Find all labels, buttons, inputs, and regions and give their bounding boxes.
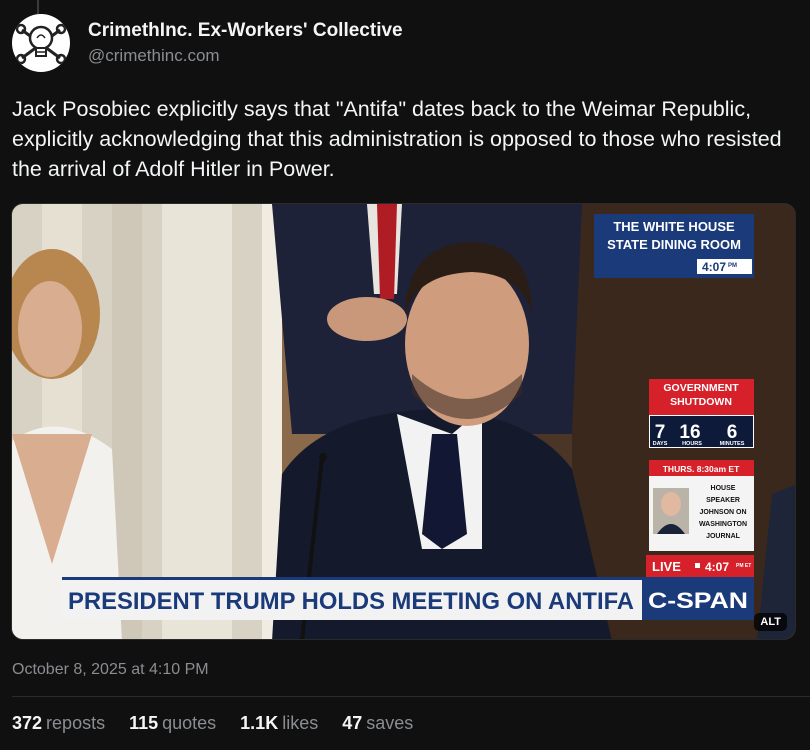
saves-label: saves	[366, 713, 414, 733]
thread-connector-line	[37, 0, 39, 14]
saves-stat[interactable]: 47 saves	[342, 713, 413, 734]
engagement-stats: 372 reposts 115 quotes 1.1K likes 47 saves	[12, 713, 437, 734]
video-still[interactable]: THE WHITE HOUSE STATE DINING ROOM 4:07 P…	[11, 203, 796, 640]
live-tz: PM ET	[736, 563, 751, 569]
reposts-stat[interactable]: 372 reposts	[12, 713, 105, 734]
upcoming-line-3: JOHNSON ON	[699, 509, 746, 516]
quotes-label: quotes	[162, 713, 217, 733]
shutdown-hours: 16	[679, 422, 700, 443]
shutdown-minutes: 6	[727, 422, 738, 443]
shutdown-line-1: GOVERNMENT	[663, 382, 739, 394]
label-minutes: MINUTES	[720, 441, 745, 447]
avatar[interactable]	[12, 14, 70, 72]
author-display-name[interactable]: CrimethInc. Ex-Workers' Collective	[88, 19, 403, 43]
headline-chyron: PRESIDENT TRUMP HOLDS MEETING ON ANTIFA	[68, 588, 634, 615]
post-header: CrimethInc. Ex-Workers' Collective @crim…	[12, 14, 403, 72]
lightbulb-wrench-logo-icon	[15, 23, 67, 65]
saves-count: 47	[342, 713, 363, 733]
quotes-count: 115	[129, 713, 159, 733]
reposts-label: reposts	[46, 713, 106, 733]
upcoming-line-1: HOUSE	[711, 485, 736, 492]
alt-text-button[interactable]: ALT	[754, 613, 787, 631]
live-label: LIVE	[652, 559, 681, 574]
post-text: Jack Posobiec explicitly says that "Anti…	[12, 97, 782, 181]
shutdown-line-2: SHUTDOWN	[670, 396, 732, 408]
quotes-stat[interactable]: 115 quotes	[129, 713, 216, 734]
reposts-count: 372	[12, 713, 43, 733]
cspan-logo: C-SPAN	[648, 588, 748, 613]
upcoming-line-5: JOURNAL	[706, 533, 741, 540]
likes-count: 1.1K	[240, 713, 279, 733]
location-line-1: THE WHITE HOUSE	[613, 219, 735, 234]
upcoming-header: THURS. 8:30am ET	[663, 464, 740, 474]
label-days: DAYS	[653, 441, 668, 447]
overlay-time: 4:07	[702, 260, 726, 274]
label-hours: HOURS	[682, 441, 702, 447]
upcoming-line-4: WASHINGTON	[699, 521, 747, 528]
likes-label: likes	[282, 713, 319, 733]
location-line-2: STATE DINING ROOM	[607, 237, 741, 252]
shutdown-days: 7	[655, 422, 666, 443]
likes-stat[interactable]: 1.1K likes	[240, 713, 318, 734]
upcoming-line-2: SPEAKER	[706, 497, 740, 504]
divider	[12, 696, 810, 697]
overlay-time-suffix: PM	[728, 263, 737, 269]
post-timestamp[interactable]: October 8, 2025 at 4:10 PM	[12, 661, 209, 679]
author-handle[interactable]: @crimethinc.com	[88, 45, 403, 67]
live-time: 4:07	[705, 560, 729, 574]
